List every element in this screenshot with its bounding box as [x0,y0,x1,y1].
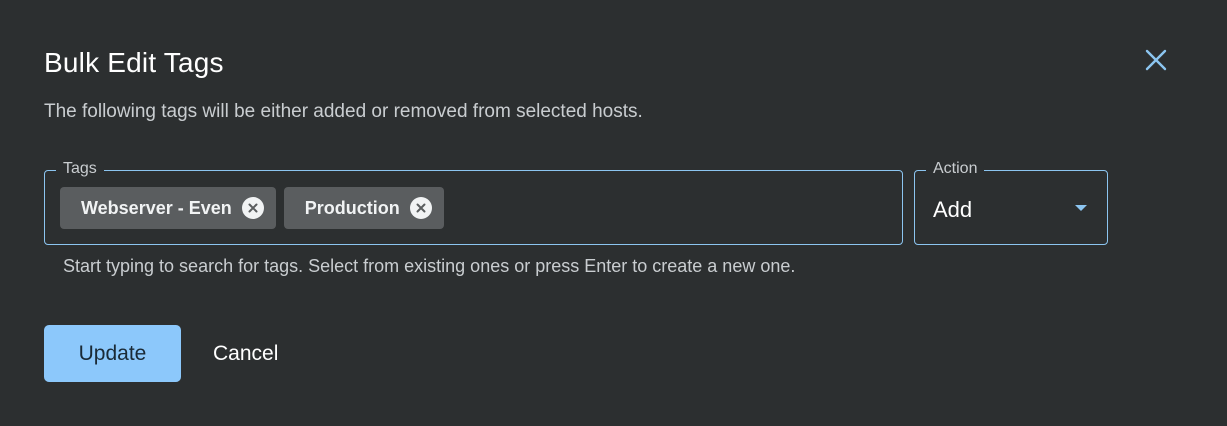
tag-chip-label: Production [304,197,400,218]
action-selected-value: Add [933,197,973,222]
remove-circle-icon [248,203,258,213]
action-select[interactable]: Action Add [914,159,1108,245]
dialog-description: The following tags will be either added … [44,101,643,122]
cancel-button[interactable]: Cancel [196,325,295,382]
close-button[interactable] [1140,44,1172,76]
update-button[interactable]: Update [44,325,181,382]
tags-field-label: Tags [56,159,104,179]
tag-chip-label: Webserver - Even [81,197,232,218]
tag-chip[interactable]: Webserver - Even [60,187,276,229]
tag-chip[interactable]: Production [283,187,444,229]
dialog-title: Bulk Edit Tags [44,47,224,78]
tags-helper-text: Start typing to search for tags. Select … [63,256,796,276]
action-field-label: Action [926,159,985,179]
tag-chip-list: Webserver - Even Production [60,187,444,229]
remove-tag-button[interactable] [241,197,264,219]
remove-circle-icon [416,203,426,213]
close-icon [1145,49,1167,71]
tags-input[interactable]: Tags Webserver - Even Production [44,159,903,245]
caret-down-icon [1075,205,1087,211]
remove-tag-button[interactable] [409,197,432,219]
bulk-edit-tags-dialog: Bulk Edit Tags The following tags will b… [0,0,1227,426]
